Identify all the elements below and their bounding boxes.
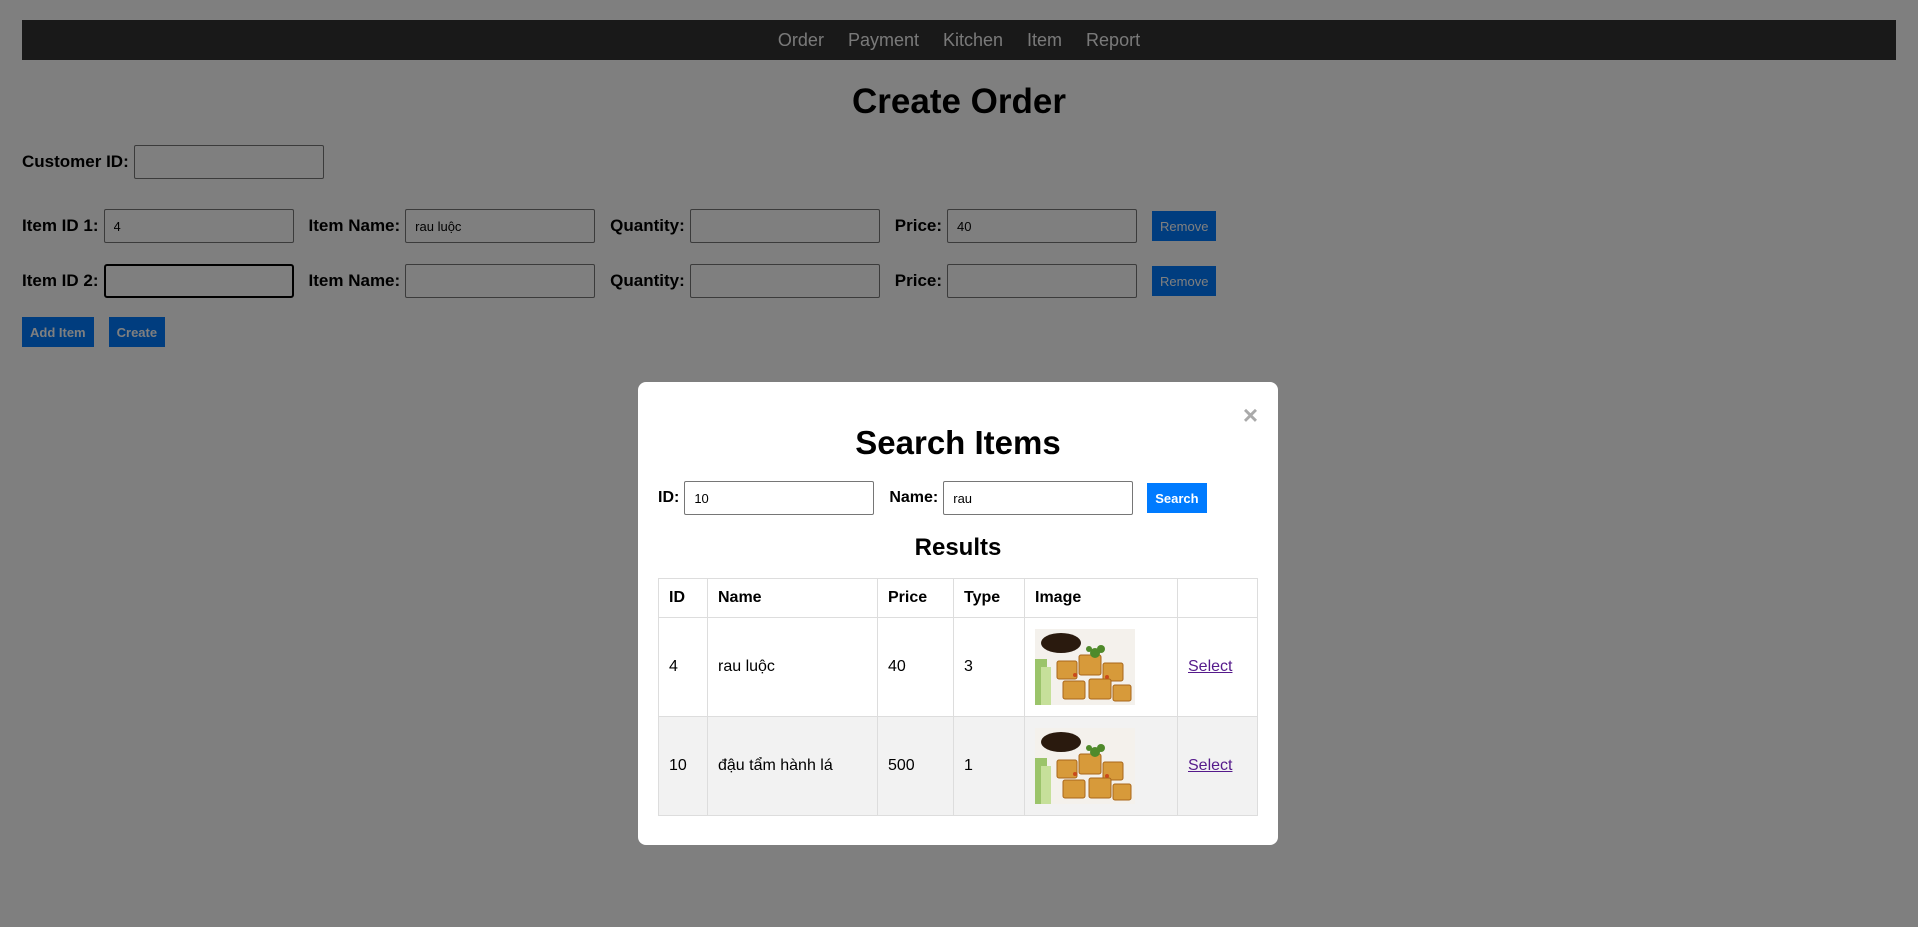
table-row: 10 đậu tẩm hành lá 500 1 Select [658,716,1258,816]
fried-tofu-image [1035,629,1135,705]
search-id-input[interactable] [684,481,875,515]
cell-name: rau luộc [707,617,878,717]
cell-price: 40 [877,617,954,717]
search-items-modal: × Search Items ID: Name: Search Results … [638,382,1278,845]
modal-title: Search Items [855,424,1061,461]
col-id: ID [658,578,708,618]
cell-price: 500 [877,716,954,816]
cell-image [1024,716,1178,816]
cell-action: Select [1177,716,1258,816]
select-link[interactable]: Select [1188,757,1232,774]
cell-id: 10 [658,716,708,816]
search-id-label: ID: [658,489,680,506]
search-button[interactable]: Search [1147,483,1207,513]
results-table: ID Name Price Type Image 4 rau luộc 40 3 [658,578,1258,816]
search-name-input[interactable] [943,481,1134,515]
table-row: 4 rau luộc 40 3 Select [658,617,1258,717]
cell-action: Select [1177,617,1258,717]
col-type: Type [953,578,1025,618]
cell-name: đậu tẩm hành lá [707,716,878,816]
results-title: Results [914,534,1002,561]
modal-overlay[interactable]: × Search Items ID: Name: Search Results … [0,0,1918,927]
search-form: ID: Name: Search [658,480,1258,516]
col-price: Price [877,578,954,618]
cell-image [1024,617,1178,717]
col-name: Name [707,578,878,618]
cell-type: 1 [953,716,1025,816]
close-icon[interactable]: × [1243,402,1258,428]
cell-type: 3 [953,617,1025,717]
col-image: Image [1024,578,1178,618]
cell-id: 4 [658,617,708,717]
table-header-row: ID Name Price Type Image [658,578,1258,618]
search-name-label: Name: [889,489,939,506]
select-link[interactable]: Select [1188,658,1232,675]
fried-tofu-image [1035,728,1135,804]
col-action [1177,578,1258,618]
